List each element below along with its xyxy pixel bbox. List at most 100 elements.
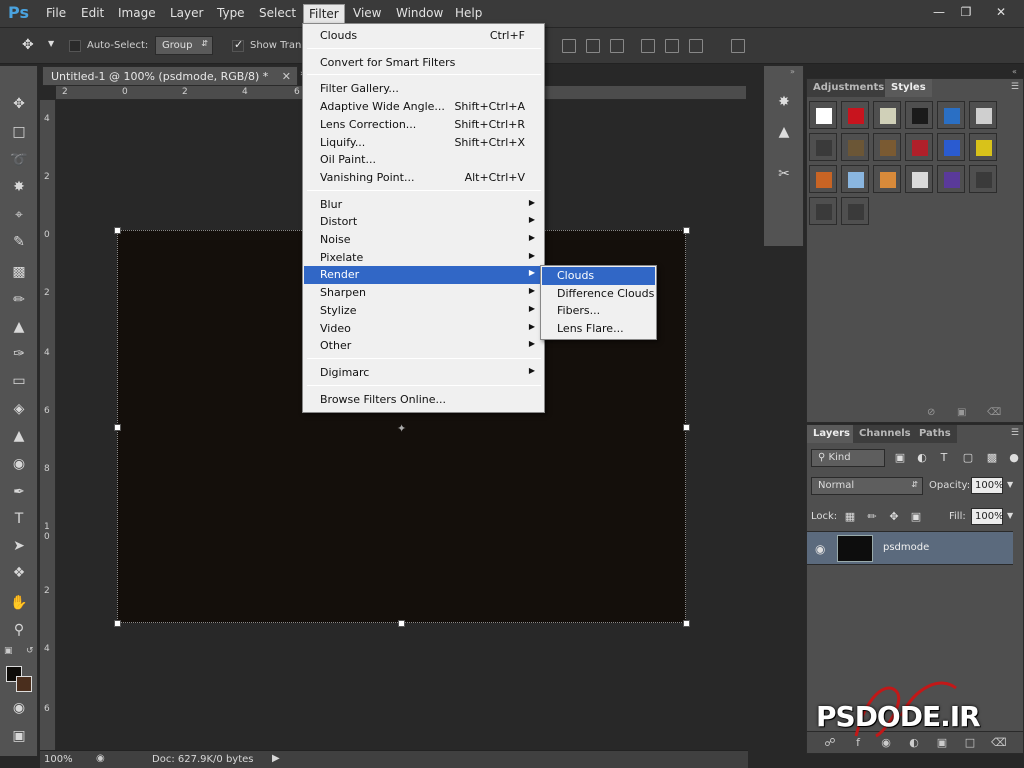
paint-bucket-icon[interactable]: ◈ xyxy=(9,399,29,419)
document-tab[interactable]: Untitled-1 @ 100% (psdmode, RGB/8) * ✕ xyxy=(42,66,298,86)
menu-filter[interactable]: Filter xyxy=(303,4,345,24)
adjustment-filter-icon[interactable]: ◐ xyxy=(915,451,929,465)
filter-menu-item[interactable]: Digimarc ▶ xyxy=(304,364,543,382)
status-menu-arrow-icon[interactable]: ▶ xyxy=(272,753,280,764)
menu-help[interactable]: Help xyxy=(451,6,486,20)
style-swatch[interactable] xyxy=(969,133,997,161)
style-swatch[interactable] xyxy=(809,165,837,193)
clone-stamp-icon[interactable]: ▲ xyxy=(9,317,29,337)
close-icon[interactable]: ✕ xyxy=(990,4,1012,20)
style-swatch[interactable] xyxy=(841,133,869,161)
quick-mask-icon[interactable]: ◉ xyxy=(9,698,29,718)
clear-style-icon[interactable]: ⊘ xyxy=(927,407,935,418)
fill-slider-arrow-icon[interactable]: ▼ xyxy=(1007,511,1013,520)
opacity-slider-arrow-icon[interactable]: ▼ xyxy=(1007,480,1013,489)
style-swatch[interactable] xyxy=(905,133,933,161)
zoom-tool-icon[interactable]: ⚲ xyxy=(9,620,29,640)
tool-preset-dropdown-icon[interactable]: ▼ xyxy=(48,39,54,48)
style-swatch[interactable] xyxy=(937,133,965,161)
lock-transparent-icon[interactable]: ▦ xyxy=(843,510,857,524)
blur-tool-icon[interactable]: ▲ xyxy=(9,426,29,446)
shape-filter-icon[interactable]: ▢ xyxy=(961,451,975,465)
close-tab-icon[interactable]: ✕ xyxy=(282,70,291,83)
hand-tool-icon[interactable]: ✋ xyxy=(9,593,29,613)
auto-select-checkbox[interactable] xyxy=(69,40,81,52)
filter-menu-item[interactable]: Convert for Smart Filters xyxy=(304,54,543,72)
render-submenu-item[interactable]: Fibers... xyxy=(542,302,655,320)
layer-row[interactable]: ◉ psdmode xyxy=(807,531,1013,565)
menu-select[interactable]: Select xyxy=(255,6,300,20)
collapse-panels-icon[interactable]: » xyxy=(790,67,795,76)
style-swatch[interactable] xyxy=(905,101,933,129)
background-color-swatch[interactable] xyxy=(16,676,32,692)
style-swatch[interactable] xyxy=(905,165,933,193)
style-swatch[interactable] xyxy=(873,165,901,193)
style-swatch[interactable] xyxy=(809,101,837,129)
filter-menu-item[interactable]: Video ▶ xyxy=(304,320,543,338)
menu-file[interactable]: File xyxy=(42,6,70,20)
auto-select-dropdown[interactable]: Group ⇵ xyxy=(155,36,213,55)
type-tool-icon[interactable]: T xyxy=(9,509,29,529)
eyedropper-icon[interactable]: ✎ xyxy=(9,232,29,252)
lock-position-icon[interactable]: ✥ xyxy=(887,510,901,524)
tab-adjustments[interactable]: Adjustments xyxy=(807,79,891,97)
pen-tool-icon[interactable]: ✒ xyxy=(9,482,29,502)
smart-object-filter-icon[interactable]: ▩ xyxy=(985,451,999,465)
brush-tool-icon[interactable]: ✏ xyxy=(9,290,29,310)
lasso-tool-icon[interactable]: ➰ xyxy=(9,150,29,170)
render-submenu-item[interactable]: Lens Flare... xyxy=(542,320,655,338)
delete-style-icon[interactable]: ⌫ xyxy=(987,407,1001,418)
move-tool-icon[interactable]: ✥ xyxy=(22,37,34,53)
fill-field[interactable]: 100% xyxy=(971,508,1004,525)
tab-styles[interactable]: Styles xyxy=(885,79,932,97)
show-transform-checkbox[interactable]: ✓ xyxy=(232,38,244,52)
filter-menu-item[interactable]: Render ▶ xyxy=(304,266,543,285)
style-swatch[interactable] xyxy=(841,165,869,193)
lock-all-icon[interactable]: ▣ xyxy=(909,510,923,524)
swap-colors-icon[interactable]: ↺ xyxy=(26,646,34,656)
align-vcenter-icon[interactable] xyxy=(586,39,600,53)
menu-edit[interactable]: Edit xyxy=(77,6,108,20)
eraser-tool-icon[interactable]: ▭ xyxy=(9,371,29,391)
align-right-icon[interactable] xyxy=(689,39,703,53)
filter-menu-item[interactable]: Vanishing Point... Alt+Ctrl+V xyxy=(304,169,543,187)
transform-handle[interactable] xyxy=(683,424,690,431)
transform-handle[interactable] xyxy=(398,620,405,627)
render-submenu-item[interactable]: Clouds xyxy=(542,267,655,285)
healing-brush-icon[interactable]: ▩ xyxy=(9,262,29,282)
transform-handle[interactable] xyxy=(114,227,121,234)
filter-menu-item[interactable]: Oil Paint... xyxy=(304,151,543,169)
history-brush-icon[interactable]: ✑ xyxy=(9,344,29,364)
reference-point-icon[interactable]: ✦ xyxy=(397,423,408,434)
type-filter-icon[interactable]: T xyxy=(937,451,951,465)
style-swatch[interactable] xyxy=(873,133,901,161)
pixel-filter-icon[interactable]: ▣ xyxy=(893,451,907,465)
histogram-icon[interactable]: ▲ xyxy=(774,122,794,142)
screen-mode-icon[interactable]: ▣ xyxy=(9,726,29,746)
status-info-icon[interactable]: ◉ xyxy=(96,753,105,764)
new-style-icon[interactable]: ▣ xyxy=(957,407,966,418)
transform-handle[interactable] xyxy=(114,620,121,627)
opacity-field[interactable]: 100% xyxy=(971,477,1004,494)
shape-tool-icon[interactable]: ❖ xyxy=(9,563,29,583)
style-swatch[interactable] xyxy=(969,101,997,129)
menu-type[interactable]: Type xyxy=(213,6,249,20)
layer-filter-kind-dropdown[interactable]: ⚲ Kind xyxy=(811,449,885,467)
menu-view[interactable]: View xyxy=(349,6,385,20)
filter-menu-item[interactable]: Noise ▶ xyxy=(304,231,543,249)
filter-menu-item[interactable]: Distort ▶ xyxy=(304,213,543,231)
link-layers-icon[interactable]: ☍ xyxy=(823,736,837,750)
filter-menu-item[interactable]: Filter Gallery... xyxy=(304,80,543,98)
filter-menu-item[interactable]: Blur ▶ xyxy=(304,196,543,214)
tab-paths[interactable]: Paths xyxy=(913,425,957,443)
filter-toggle-icon[interactable]: ● xyxy=(1007,451,1021,465)
path-selection-icon[interactable]: ➤ xyxy=(9,536,29,556)
style-swatch[interactable] xyxy=(873,101,901,129)
style-swatch[interactable] xyxy=(841,197,869,225)
style-swatch[interactable] xyxy=(937,165,965,193)
tab-channels[interactable]: Channels xyxy=(853,425,917,443)
filter-menu-item[interactable]: Browse Filters Online... xyxy=(304,391,543,409)
tab-layers[interactable]: Layers xyxy=(807,425,856,443)
style-swatch[interactable] xyxy=(809,197,837,225)
tool-presets-icon[interactable]: ✂ xyxy=(774,164,794,184)
